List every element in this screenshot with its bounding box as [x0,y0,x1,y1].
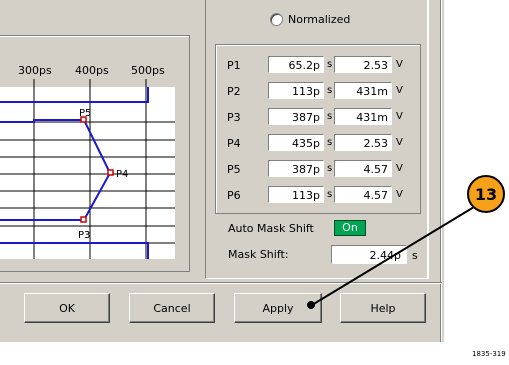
figure-id: 1835-319 [472,350,506,358]
callout-leader [307,206,475,309]
step-callout-badge: 13 [467,175,505,213]
callout-leader-line [311,206,475,306]
callout-leader-dot [307,301,315,309]
